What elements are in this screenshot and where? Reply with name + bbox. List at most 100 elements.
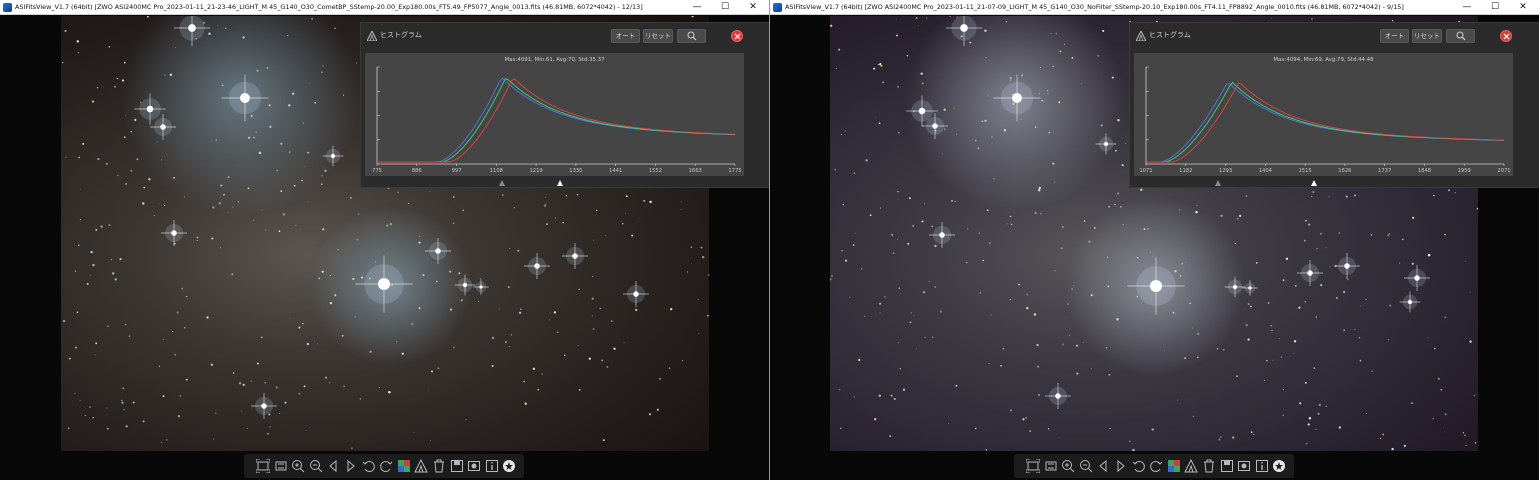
x-tick-label: 1219 [529, 168, 543, 174]
black-point-slider[interactable] [1214, 180, 1221, 186]
histogram-panel: ヒストグラム オート リセット Max:4091, Min:61, Avg:70… [360, 22, 769, 188]
histogram-icon [414, 459, 429, 473]
histogram-stats: Max:4091, Min:61, Avg:70, Std:35.37 [504, 57, 605, 63]
white-point-slider[interactable] [1311, 180, 1318, 186]
zoom-out-button[interactable] [1079, 459, 1093, 473]
next-icon [347, 459, 355, 473]
rotate-left-button[interactable] [1132, 459, 1146, 473]
star-button[interactable] [502, 459, 516, 473]
compare-icon [1238, 461, 1251, 471]
bottom-toolbar [244, 454, 524, 478]
prev-button[interactable] [1096, 459, 1110, 473]
x-tick-label: 1404 [1258, 168, 1272, 174]
info-icon [485, 460, 498, 472]
x-tick-label: 1626 [1338, 168, 1352, 174]
x-tick-label: 1293 [1218, 168, 1233, 174]
black-point-slider[interactable] [499, 180, 506, 186]
delete-icon [1204, 459, 1214, 473]
white-point-slider[interactable] [556, 180, 563, 186]
magnifier-icon [1456, 31, 1465, 41]
app-icon [773, 3, 782, 12]
prev-button[interactable] [326, 459, 340, 473]
histogram-icon [1136, 31, 1146, 41]
zoom-button[interactable] [677, 29, 706, 43]
x-tick-label: 2071 [1497, 168, 1511, 174]
fit-button[interactable] [256, 459, 270, 473]
compare-button[interactable] [467, 459, 481, 473]
reset-button[interactable]: リセット [643, 29, 673, 43]
viewer-window-right: ASIFitsView_V1.7 (64bit) [ZWO ASI2400MC … [770, 0, 1539, 480]
histogram-close-button[interactable] [1500, 30, 1512, 42]
next-button[interactable] [344, 459, 358, 473]
close-icon [734, 33, 741, 40]
title-bar[interactable]: ASIFitsView_V1.7 (64bit) [ZWO ASI2400MC … [770, 0, 1539, 15]
delete-button[interactable] [432, 459, 446, 473]
histogram-button[interactable] [1184, 459, 1199, 473]
save-button[interactable] [450, 459, 464, 473]
rotate-right-icon [1150, 461, 1163, 472]
histogram-title: ヒストグラム [380, 31, 422, 39]
rotate-left-button[interactable] [362, 459, 376, 473]
debayer-button[interactable] [397, 459, 411, 473]
actual-size-icon [275, 461, 287, 471]
window-title: ASIFitsView_V1.7 (64bit) [ZWO ASI2400MC … [785, 3, 1404, 11]
histogram-title: ヒストグラム [1149, 31, 1191, 39]
actual-size-icon [1045, 461, 1057, 471]
histogram-close-button[interactable] [731, 30, 743, 42]
maximize-button[interactable]: ☐ [711, 0, 739, 15]
rotate-right-button[interactable] [1149, 459, 1163, 473]
app-icon [3, 3, 12, 12]
histogram-chart [365, 53, 744, 176]
actual-size-button[interactable] [274, 459, 288, 473]
rotate-right-button[interactable] [379, 459, 393, 473]
prev-icon [1099, 459, 1107, 473]
zoom-in-button[interactable] [291, 459, 305, 473]
debayer-icon [1167, 460, 1180, 472]
next-button[interactable] [1114, 459, 1128, 473]
rotate-left-icon [362, 461, 375, 472]
delete-icon [434, 459, 444, 473]
histogram-button[interactable] [414, 459, 429, 473]
magnifier-icon [687, 31, 696, 41]
rotate-right-icon [380, 461, 393, 472]
actual-size-button[interactable] [1044, 459, 1058, 473]
close-button[interactable]: ✕ [1509, 0, 1537, 15]
x-tick-label: 1108 [489, 168, 503, 174]
auto-button[interactable]: オート [1380, 29, 1409, 43]
info-button[interactable] [1255, 459, 1269, 473]
viewer-window-left: ASIFitsView_V1.7 (64bit) [ZWO ASI2400MC … [0, 0, 769, 480]
reset-button[interactable]: リセット [1412, 29, 1442, 43]
x-tick-label: 1182 [1179, 168, 1193, 174]
histogram-stats: Max:4094, Min:69, Avg:79, Std:44.48 [1273, 57, 1374, 63]
compare-icon [468, 461, 481, 471]
zoom-out-icon [1079, 460, 1093, 473]
histogram-plot: Max:4094, Min:69, Avg:79, Std:44.48 1071… [1134, 53, 1513, 176]
auto-button[interactable]: オート [611, 29, 640, 43]
x-tick-label: 1071 [1139, 168, 1153, 174]
save-button[interactable] [1220, 459, 1234, 473]
zoom-in-button[interactable] [1061, 459, 1075, 473]
x-tick-label: 1515 [1298, 168, 1312, 174]
maximize-button[interactable]: ☐ [1481, 0, 1509, 15]
x-tick-label: 1441 [609, 168, 623, 174]
star-button[interactable] [1272, 459, 1286, 473]
histogram-panel: ヒストグラム オート リセット Max:4094, Min:69, Avg:79… [1129, 22, 1539, 188]
debayer-button[interactable] [1167, 459, 1181, 473]
info-button[interactable] [485, 459, 499, 473]
zoom-button[interactable] [1446, 29, 1475, 43]
minimize-button[interactable]: — [683, 0, 711, 15]
fit-button[interactable] [1026, 459, 1040, 473]
star-icon [1273, 460, 1286, 472]
x-tick-label: 775 [372, 168, 382, 174]
compare-button[interactable] [1237, 459, 1251, 473]
window-title: ASIFitsView_V1.7 (64bit) [ZWO ASI2400MC … [15, 3, 643, 11]
save-icon [1220, 460, 1233, 472]
zoom-in-icon [292, 460, 305, 473]
close-button[interactable]: ✕ [739, 0, 767, 15]
x-tick-label: 1663 [688, 168, 702, 174]
delete-button[interactable] [1202, 459, 1216, 473]
minimize-button[interactable]: — [1453, 0, 1481, 15]
x-tick-label: 1330 [569, 168, 583, 174]
zoom-out-button[interactable] [309, 459, 323, 473]
title-bar[interactable]: ASIFitsView_V1.7 (64bit) [ZWO ASI2400MC … [0, 0, 769, 15]
